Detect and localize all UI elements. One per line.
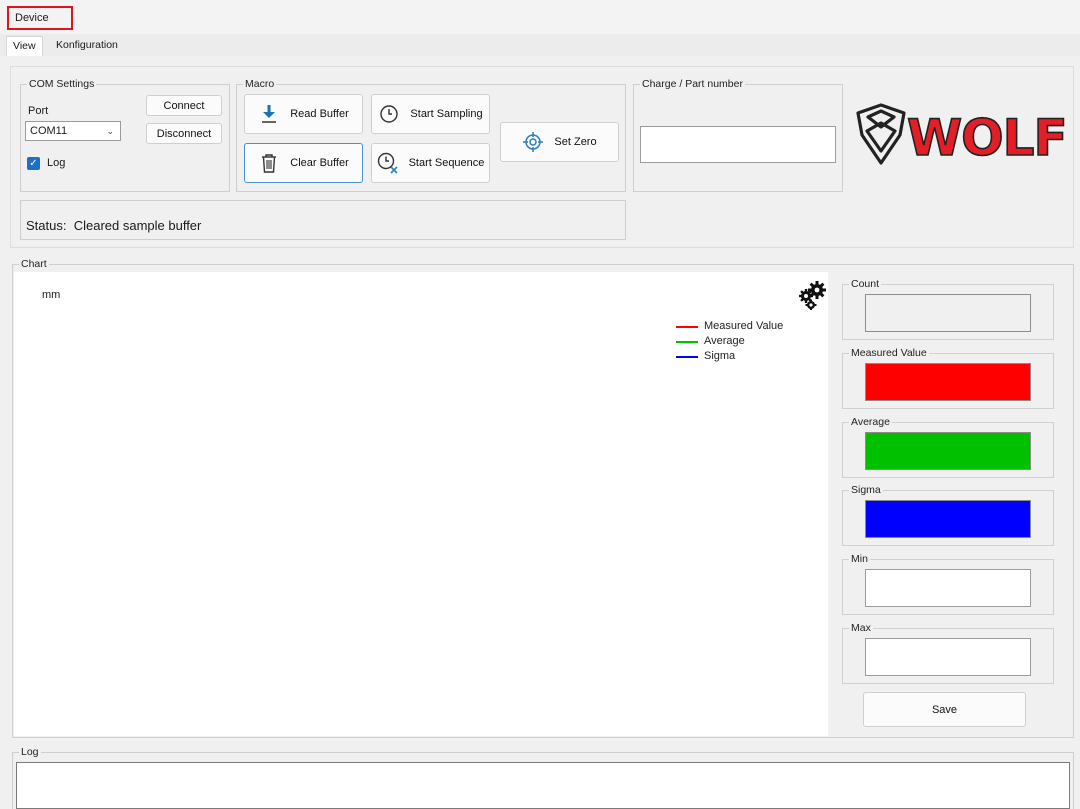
clear-buffer-label: Clear Buffer — [290, 157, 349, 169]
sigma-swatch — [865, 500, 1031, 538]
start-sampling-label: Start Sampling — [410, 108, 483, 120]
status-label: Status: — [26, 218, 67, 233]
start-sequence-button[interactable]: Start Sequence — [371, 143, 490, 183]
port-value: COM11 — [30, 125, 68, 137]
measured-value-swatch — [865, 363, 1031, 401]
legend-label-sigma: Sigma — [704, 350, 736, 362]
menu-bar — [0, 0, 1080, 34]
chart-y-unit: mm — [42, 289, 61, 301]
disconnect-button[interactable]: Disconnect — [146, 123, 222, 144]
tab-strip — [0, 34, 1080, 56]
status-text: Cleared sample buffer — [73, 218, 202, 233]
read-buffer-button[interactable]: Read Buffer — [244, 94, 363, 134]
target-icon — [522, 131, 544, 153]
legend-label-measured: Measured Value — [704, 320, 784, 332]
legend-label-average: Average — [704, 335, 745, 347]
tab-view[interactable]: View — [6, 36, 43, 56]
max-label: Max — [849, 622, 873, 634]
set-zero-button[interactable]: Set Zero — [500, 122, 619, 162]
clock-sequence-icon — [377, 152, 399, 174]
macro-title: Macro — [243, 78, 277, 90]
average-swatch — [865, 432, 1031, 470]
trash-icon — [258, 152, 280, 174]
start-sampling-button[interactable]: Start Sampling — [371, 94, 490, 134]
save-button[interactable]: Save — [863, 692, 1026, 727]
clear-buffer-button[interactable]: Clear Buffer — [244, 143, 363, 183]
logo-wordmark: WOLF — [907, 109, 1067, 167]
chart-legend: Measured Value Average Sigma — [676, 320, 816, 368]
charge-title: Charge / Part number — [640, 78, 745, 90]
connect-button[interactable]: Connect — [146, 95, 222, 116]
count-value — [865, 294, 1031, 332]
read-buffer-label: Read Buffer — [290, 108, 349, 120]
log-title: Log — [19, 746, 41, 758]
com-settings-title: COM Settings — [27, 78, 97, 90]
count-label: Count — [849, 278, 882, 290]
legend-swatch-sigma — [676, 356, 698, 358]
charge-input[interactable] — [640, 126, 836, 163]
port-select[interactable]: COM11 ⌄ — [25, 121, 121, 141]
chevron-down-icon: ⌄ — [106, 126, 114, 136]
legend-swatch-measured — [676, 326, 698, 328]
log-checkbox-label: Log — [47, 157, 66, 169]
start-sequence-label: Start Sequence — [408, 157, 485, 169]
status-line: Status: Cleared sample buffer — [26, 218, 201, 233]
max-value — [865, 638, 1031, 676]
port-label: Port — [28, 105, 49, 117]
gears-icon[interactable] — [797, 280, 827, 311]
clock-icon — [378, 103, 400, 125]
legend-swatch-average — [676, 341, 698, 343]
log-output[interactable] — [16, 762, 1070, 809]
wolf-logo: WOLF — [855, 103, 1068, 169]
log-checkbox[interactable]: ✓ — [27, 157, 40, 170]
average-label: Average — [849, 416, 892, 428]
min-value — [865, 569, 1031, 607]
download-icon — [258, 103, 280, 125]
menu-device[interactable]: Device — [7, 6, 73, 30]
chart-title: Chart — [19, 258, 49, 270]
measured-label: Measured Value — [849, 347, 929, 359]
min-label: Min — [849, 553, 870, 565]
sigma-label: Sigma — [849, 484, 883, 496]
tab-konfiguration[interactable]: Konfiguration — [50, 36, 124, 56]
set-zero-label: Set Zero — [554, 136, 597, 148]
